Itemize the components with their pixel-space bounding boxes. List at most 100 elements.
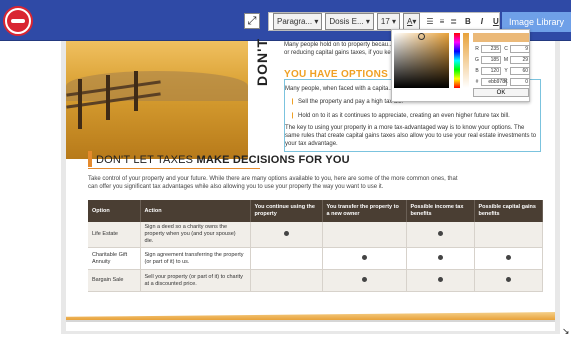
table-cell: Sign a deed so a charity owns the proper…	[140, 222, 251, 248]
table-cell	[250, 269, 323, 292]
footer-stripe	[66, 312, 555, 320]
font-select[interactable]: Dosis E... ▾	[325, 13, 374, 30]
blue-value[interactable]: 120	[481, 67, 501, 75]
heading-accent-bar	[88, 151, 92, 167]
table-cell	[474, 222, 543, 248]
options-table: Option Action You continue using the pro…	[88, 200, 543, 292]
bold-button[interactable]: B	[460, 13, 476, 30]
option-item: ❙ Hold on to it as it continues to apprec…	[290, 112, 540, 120]
table-cell: Sign agreement transferring the property…	[140, 247, 251, 270]
option-text: Sell the property and pay a high tax bil…	[298, 99, 404, 105]
photo-fence-post	[134, 71, 138, 111]
option-action: Sign a deed so a charity owns the proper…	[144, 224, 236, 244]
heading-underline	[88, 168, 260, 169]
photo-hill	[66, 71, 248, 101]
yellow-value[interactable]: 60	[510, 67, 530, 75]
photo-fence-post	[78, 79, 82, 129]
option-action: Sign agreement transferring the property…	[144, 251, 244, 265]
magenta-field[interactable]: M 29	[502, 56, 530, 64]
table-cell	[406, 247, 475, 270]
old-color-swatch	[497, 33, 529, 42]
red-value[interactable]: 235	[481, 45, 501, 53]
check-dot-icon	[283, 230, 289, 236]
table-row: Charitable Gift Annuity Sign agreement tr…	[88, 247, 543, 270]
footer-rule	[66, 320, 555, 322]
saturation-field[interactable]	[394, 33, 449, 88]
table-header: You transfer the property to a new owner	[322, 200, 407, 222]
align-left-icon[interactable]: ☰	[423, 13, 436, 30]
paragraph-select[interactable]: Paragra... ▾	[273, 13, 323, 30]
italic-button[interactable]: I	[476, 13, 488, 30]
table-header: Possible capital gains benefits	[474, 200, 543, 222]
table-cell	[474, 269, 543, 292]
option-action: Sell your property (or part of it) to ch…	[144, 273, 243, 287]
check-dot-icon	[361, 276, 367, 282]
table-cell	[250, 222, 323, 248]
section-intro: Take control of your property and your f…	[88, 176, 458, 190]
vertical-heading: DON'T	[254, 38, 270, 86]
magenta-value[interactable]: 29	[510, 56, 530, 64]
section-heading-bold: MAKE DECISIONS FOR YOU	[196, 154, 350, 166]
bullet-icon: ❙	[290, 99, 296, 105]
app-root: ⤢ Paragra... ▾ Dosis E... ▾ 17 ▾ A ▾ ☰ ≡ …	[0, 0, 571, 346]
blue-field[interactable]: B 120	[473, 67, 501, 75]
table-cell	[322, 247, 407, 270]
farm-photo	[66, 41, 248, 159]
photo-fence-post	[106, 75, 110, 120]
align-right-icon[interactable]: ≣	[447, 13, 460, 30]
black-value[interactable]: 0	[510, 78, 530, 86]
font-color-label: A	[407, 17, 413, 26]
resize-handle-icon[interactable]: ↘	[562, 326, 571, 346]
check-dot-icon	[437, 254, 443, 260]
red-field[interactable]: R 235	[473, 45, 501, 53]
ok-button[interactable]: OK	[473, 88, 529, 97]
section-heading: DON'T LET TAXES MAKE DECISIONS FOR YOU	[96, 154, 350, 166]
font-select-label: Dosis E...	[329, 17, 364, 26]
align-center-icon[interactable]: ≡	[437, 13, 448, 30]
table-cell	[322, 269, 407, 292]
key-text: The key to using your property in a more…	[285, 125, 537, 147]
bullet-icon: ❙	[290, 113, 296, 119]
expand-icon[interactable]: ⤢	[244, 13, 260, 29]
table-cell: Charitable Gift Annuity	[88, 247, 141, 270]
check-dot-icon	[437, 276, 443, 282]
hue-slider[interactable]	[454, 33, 460, 88]
yellow-field[interactable]: Y 60	[502, 67, 530, 75]
cyan-value[interactable]: 9	[510, 45, 530, 53]
table-header: Action	[140, 200, 251, 222]
table-cell	[474, 247, 543, 270]
table-header-row: Option Action You continue using the pro…	[88, 200, 543, 222]
font-color-button[interactable]: A ▾	[403, 13, 421, 30]
size-select-label: 17	[380, 17, 390, 26]
table-cell: Life Estate	[88, 222, 141, 248]
app-logo[interactable]	[3, 6, 33, 36]
table-cell	[250, 247, 323, 270]
check-dot-icon	[361, 254, 367, 260]
option-name: Charitable Gift Annuity	[92, 251, 128, 265]
black-field[interactable]: K0	[502, 78, 530, 86]
paragraph-select-label: Paragra...	[277, 17, 313, 26]
option-text: Hold on to it as it continues to appreci…	[298, 113, 510, 119]
option-name: Life Estate	[92, 231, 118, 237]
table-cell	[406, 222, 475, 248]
table-cell: Sell your property (or part of it) to ch…	[140, 269, 251, 292]
table-row: Bargain Sale Sell your property (or part …	[88, 269, 543, 292]
table-header: Option	[88, 200, 141, 222]
table-cell: Bargain Sale	[88, 269, 141, 292]
table-header: You continue using the property	[250, 200, 323, 222]
color-cursor-icon[interactable]	[418, 33, 425, 40]
size-select[interactable]: 17 ▾	[376, 13, 401, 30]
option-name: Bargain Sale	[92, 277, 124, 283]
green-field[interactable]: G 185	[473, 56, 501, 64]
check-dot-icon	[437, 230, 443, 236]
section-heading-prefix: DON'T LET TAXES	[96, 154, 197, 166]
green-value[interactable]: 185	[481, 56, 501, 64]
alpha-slider[interactable]	[463, 33, 469, 88]
table-cell	[406, 269, 475, 292]
table-row: Life Estate Sign a deed so a charity owns…	[88, 222, 543, 248]
table-header: Possible income tax benefits	[406, 200, 475, 222]
color-picker-popup: R 235 G 185 B 120 # ebb978 C9 M 29 Y 60 K0 OK	[391, 29, 530, 102]
check-dot-icon	[505, 276, 511, 282]
cyan-field[interactable]: C9	[502, 45, 530, 53]
table-cell	[322, 222, 407, 248]
